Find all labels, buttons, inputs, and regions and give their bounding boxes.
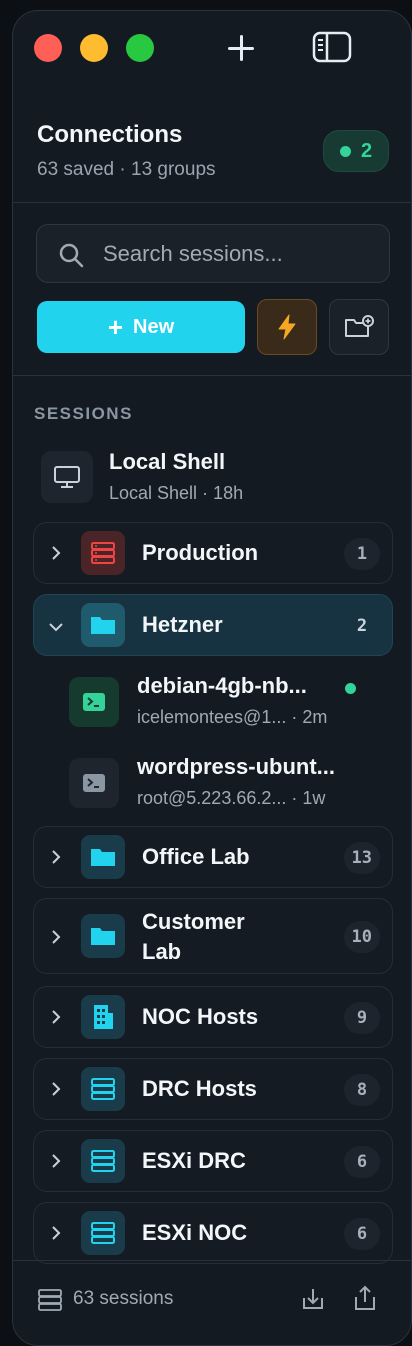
terminal-icon — [69, 677, 119, 727]
quick-connect-button[interactable] — [257, 299, 317, 355]
group-label: DRC Hosts — [142, 1076, 257, 1101]
group-noc-hosts[interactable]: NOC Hosts 9 — [33, 986, 393, 1048]
session-item[interactable]: wordpress-ubunt... root@5.223.66.2... · … — [69, 754, 389, 818]
local-shell-title: Local Shell — [109, 449, 226, 474]
group-count-badge: 2 — [356, 616, 368, 636]
group-customer-lab[interactable]: Customer Lab 10 — [33, 898, 393, 974]
lightning-icon — [278, 314, 296, 340]
session-total: 63 sessions — [73, 1288, 174, 1309]
import-icon[interactable] — [300, 1286, 326, 1312]
group-esxi-noc[interactable]: ESXi NOC 6 — [33, 1202, 393, 1264]
group-count-badge: 8 — [344, 1074, 380, 1106]
session-meta: icelemontees@1... · 2m — [137, 707, 328, 727]
zoom-window-button[interactable] — [126, 34, 154, 62]
search-icon — [59, 243, 84, 268]
server-icon — [81, 1211, 125, 1255]
local-shell-subtitle: Local Shell · 18h — [109, 483, 244, 503]
online-dot-icon — [339, 145, 351, 157]
session-name: debian-4gb-nb... — [137, 673, 307, 698]
page-title: Connections — [37, 121, 183, 148]
group-label: ESXi NOC — [142, 1220, 248, 1245]
session-meta: root@5.223.66.2... · 1w — [137, 788, 326, 808]
chevron-down-icon — [49, 623, 63, 632]
terminal-icon — [69, 758, 119, 808]
divider — [13, 1260, 411, 1261]
chevron-right-icon — [52, 1082, 61, 1096]
server-icon — [81, 531, 125, 575]
group-production[interactable]: Production 1 — [33, 522, 393, 584]
export-icon[interactable] — [352, 1284, 378, 1312]
divider — [13, 375, 411, 376]
divider — [13, 202, 411, 203]
online-count: 2 — [360, 139, 373, 162]
monitor-icon — [41, 451, 93, 503]
new-session-button[interactable]: + New — [37, 301, 245, 353]
server-icon — [81, 1067, 125, 1111]
section-label: SESSIONS — [34, 404, 133, 423]
chevron-right-icon — [52, 1226, 61, 1240]
title-bar — [13, 11, 411, 81]
server-icon — [81, 1139, 125, 1183]
server-icon — [38, 1289, 62, 1311]
building-icon — [81, 995, 125, 1039]
group-count-badge: 6 — [344, 1218, 380, 1250]
new-button-label: New — [133, 315, 175, 338]
group-count-badge: 6 — [344, 1146, 380, 1178]
search-input[interactable] — [103, 225, 373, 282]
minimize-window-button[interactable] — [80, 34, 108, 62]
add-icon[interactable] — [226, 33, 256, 63]
folder-plus-icon — [345, 315, 374, 337]
group-label: NOC Hosts — [142, 1004, 259, 1029]
group-count-badge: 10 — [343, 921, 380, 953]
close-window-button[interactable] — [34, 34, 62, 62]
chevron-right-icon — [52, 850, 61, 864]
online-dot-icon — [345, 683, 356, 694]
group-drc-hosts[interactable]: DRC Hosts 8 — [33, 1058, 393, 1120]
online-status-badge: 2 — [323, 130, 389, 172]
sidebar-toggle-icon[interactable] — [312, 31, 352, 63]
app-window: Connections 63 saved · 13 groups 2 + New… — [12, 10, 412, 1346]
group-office-lab[interactable]: Office Lab 13 — [33, 826, 393, 888]
group-hetzner[interactable]: Hetzner 2 — [33, 594, 393, 656]
group-count-badge: 9 — [344, 1002, 380, 1034]
new-folder-button[interactable] — [329, 299, 389, 355]
session-name: wordpress-ubunt... — [137, 754, 335, 779]
folder-icon — [81, 914, 125, 958]
group-label: ESXi DRC — [142, 1148, 246, 1173]
chevron-right-icon — [52, 1154, 61, 1168]
folder-icon — [81, 835, 125, 879]
chevron-right-icon — [52, 546, 61, 560]
folder-icon — [81, 603, 125, 647]
session-item[interactable]: debian-4gb-nb... icelemontees@1... · 2m — [69, 673, 389, 737]
chevron-right-icon — [52, 1010, 61, 1024]
group-esxi-drc[interactable]: ESXi DRC 6 — [33, 1130, 393, 1192]
plus-icon: + — [107, 312, 124, 342]
chevron-right-icon — [52, 930, 61, 944]
group-label: Production — [142, 540, 259, 565]
group-count-badge: 1 — [344, 538, 380, 570]
search-box[interactable] — [36, 224, 390, 283]
group-label: Office Lab — [142, 844, 250, 869]
local-shell-item[interactable]: Local Shell Local Shell · 18h — [33, 445, 393, 509]
group-label: Customer Lab — [142, 909, 245, 964]
group-label: Hetzner — [142, 612, 223, 637]
page-subtitle: 63 saved · 13 groups — [37, 159, 216, 180]
group-count-badge: 13 — [343, 842, 380, 874]
